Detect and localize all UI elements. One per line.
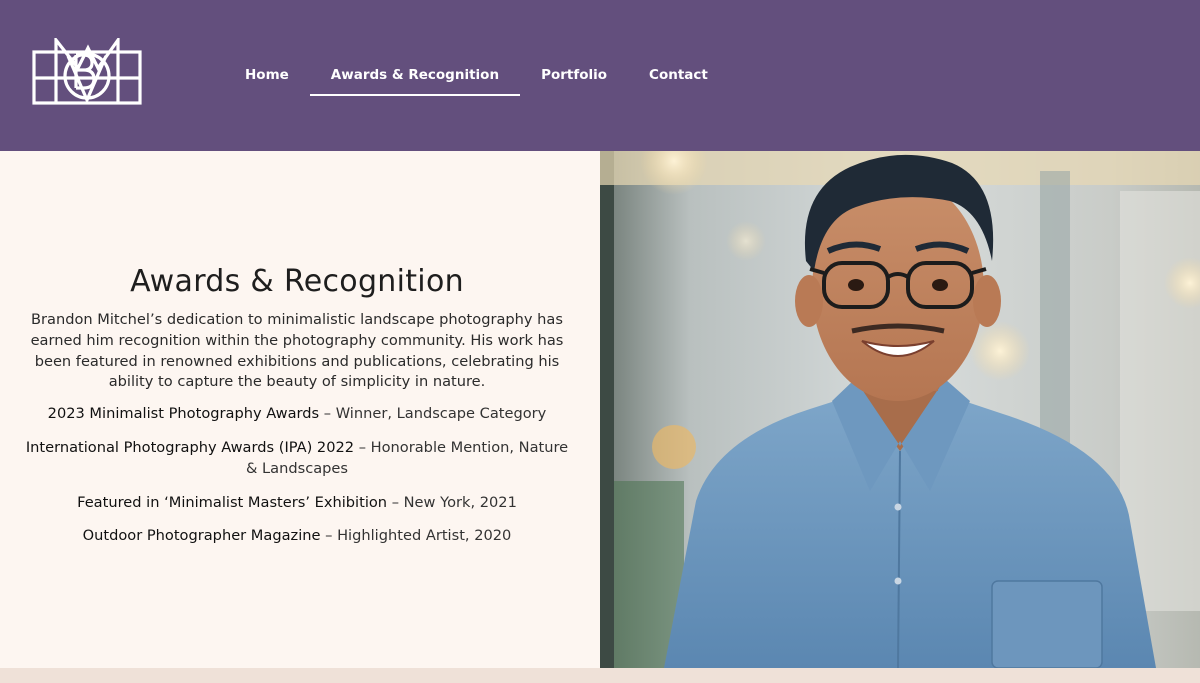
award-detail: – Highlighted Artist, 2020 xyxy=(320,527,512,545)
nav-contact[interactable]: Contact xyxy=(628,55,729,96)
intro-paragraph: Brandon Mitchel’s dedication to minimali… xyxy=(30,311,564,391)
site-header: Home Awards & Recognition Portfolio Cont… xyxy=(0,0,1200,151)
award-name: 2023 Minimalist Photography Awards xyxy=(47,405,320,423)
main-content: Awards & Recognition Brandon Mitchel’s d… xyxy=(0,151,1200,668)
award-name: Outdoor Photographer Magazine xyxy=(82,527,321,545)
portrait-photo xyxy=(600,151,1200,668)
site-logo[interactable] xyxy=(32,35,142,106)
awards-content: Awards & Recognition Brandon Mitchel’s d… xyxy=(22,262,572,560)
award-detail: – New York, 2021 xyxy=(387,493,517,511)
footer-strip xyxy=(0,668,1200,683)
award-item: International Photography Awards (IPA) 2… xyxy=(22,438,572,480)
award-name: Featured in ‘Minimalist Masters’ Exhibit… xyxy=(77,493,388,511)
awards-panel: Awards & Recognition Brandon Mitchel’s d… xyxy=(0,151,600,668)
award-item: Featured in ‘Minimalist Masters’ Exhibit… xyxy=(22,493,572,514)
award-name: International Photography Awards (IPA) 2… xyxy=(25,438,355,456)
page-title: Awards & Recognition xyxy=(130,264,464,299)
nav-portfolio[interactable]: Portfolio xyxy=(520,55,628,96)
award-item: 2023 Minimalist Photography Awards – Win… xyxy=(22,404,572,425)
award-item: Outdoor Photographer Magazine – Highligh… xyxy=(22,526,572,547)
logo-monogram-icon xyxy=(32,35,142,105)
award-detail: – Winner, Landscape Category xyxy=(319,405,547,423)
main-nav: Home Awards & Recognition Portfolio Cont… xyxy=(224,55,729,97)
portrait-image xyxy=(600,151,1200,668)
nav-home[interactable]: Home xyxy=(224,55,310,96)
nav-awards-recognition[interactable]: Awards & Recognition xyxy=(309,55,521,96)
